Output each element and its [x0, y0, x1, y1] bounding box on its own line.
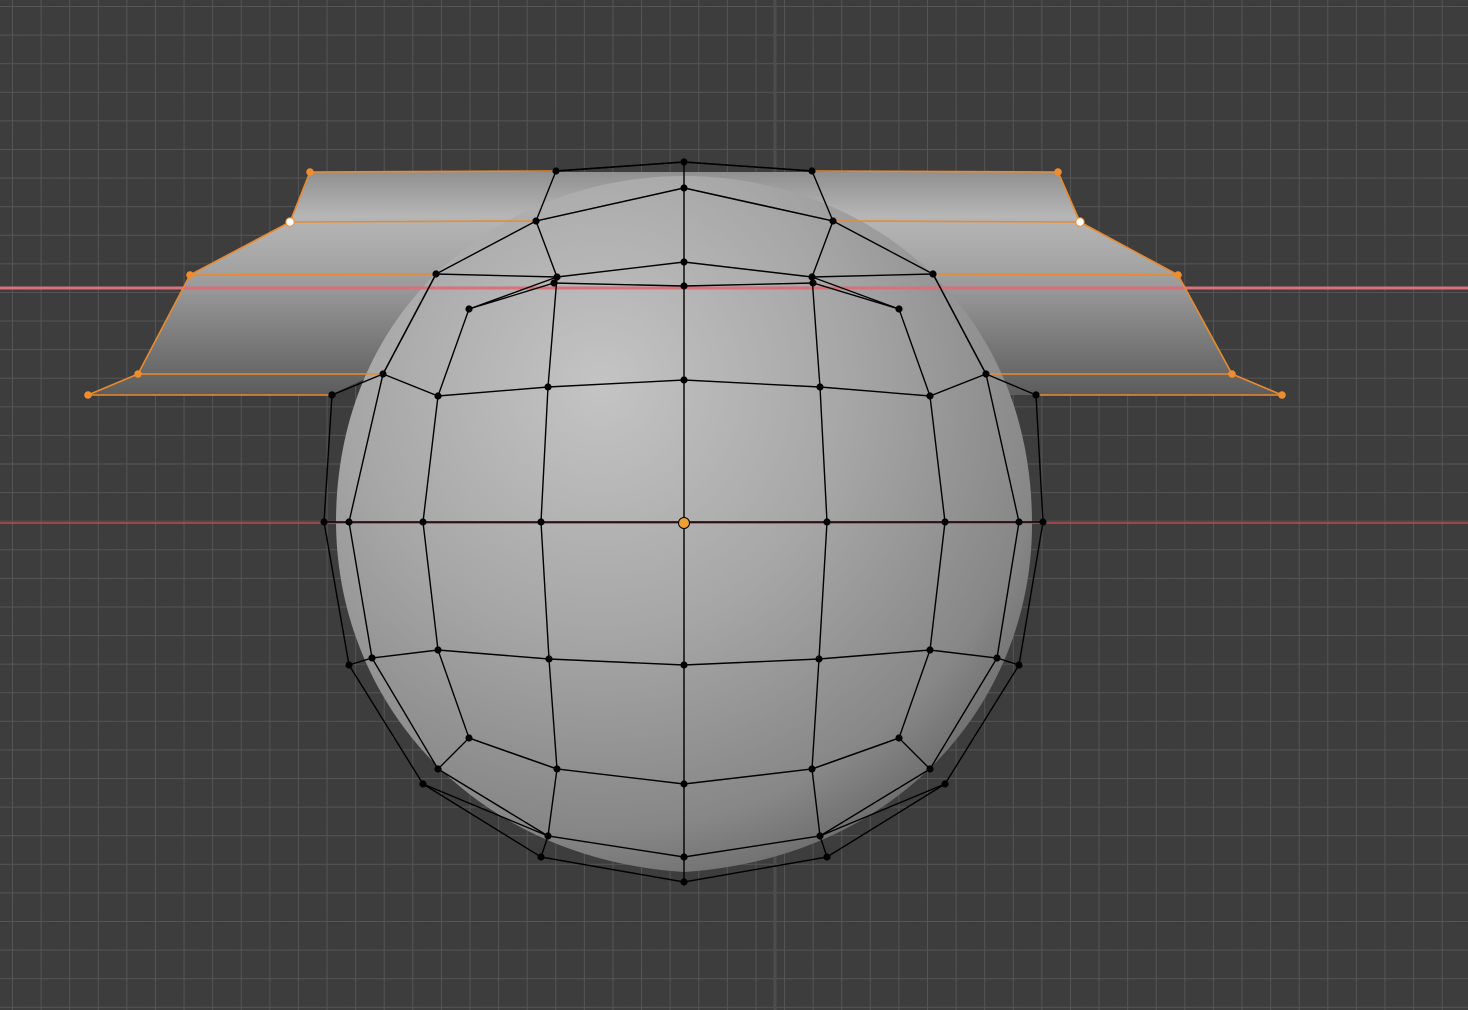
sphere-vertex[interactable] — [816, 383, 824, 391]
sphere-vertex[interactable] — [926, 765, 934, 773]
sphere-vertex[interactable] — [941, 518, 949, 526]
sphere-vertex[interactable] — [816, 832, 824, 840]
sphere-vertex[interactable] — [1032, 391, 1040, 399]
sphere-vertex[interactable] — [993, 654, 1001, 662]
sphere-vertex[interactable] — [552, 167, 560, 175]
sphere-vertex[interactable] — [895, 305, 903, 313]
sphere-vertex[interactable] — [808, 273, 816, 281]
sphere-vertex[interactable] — [823, 518, 831, 526]
sphere-vertex[interactable] — [434, 765, 442, 773]
strip-vertex[interactable] — [84, 391, 92, 399]
sphere-vertex[interactable] — [434, 646, 442, 654]
object-origin[interactable] — [678, 517, 690, 529]
strip-vertex[interactable] — [1278, 391, 1286, 399]
sphere-vertex[interactable] — [808, 167, 816, 175]
sphere-vertex[interactable] — [680, 661, 688, 669]
strip-edge-loop — [309, 170, 557, 173]
sphere-vertex[interactable] — [419, 780, 427, 788]
sphere-vertex[interactable] — [680, 258, 688, 266]
sphere-vertex[interactable] — [929, 270, 937, 278]
active-strip-vertex[interactable] — [1075, 217, 1085, 227]
sphere-vertex[interactable] — [434, 392, 442, 400]
sphere-vertex[interactable] — [328, 391, 336, 399]
sphere-vertex[interactable] — [680, 184, 688, 192]
sphere-vertex[interactable] — [379, 370, 387, 378]
strip-edge-loop — [289, 220, 537, 223]
strip-edge-loop — [811, 170, 1059, 173]
sphere-vertex[interactable] — [537, 853, 545, 861]
sphere-vertex[interactable] — [345, 518, 353, 526]
sphere-vertex[interactable] — [465, 305, 473, 313]
sphere-vertex[interactable] — [926, 392, 934, 400]
sphere-vertex[interactable] — [809, 279, 817, 287]
strip-edge-loop — [832, 220, 1081, 223]
strip-vertex[interactable] — [186, 271, 194, 279]
sphere-vertex[interactable] — [544, 832, 552, 840]
sphere-vertex[interactable] — [545, 655, 553, 663]
strip-edge-loop — [932, 273, 1179, 276]
sphere-vertex[interactable] — [808, 765, 816, 773]
sphere-vertex[interactable] — [680, 282, 688, 290]
sphere-vertex[interactable] — [345, 661, 353, 669]
sphere-vertex[interactable] — [368, 654, 376, 662]
sphere-vertex[interactable] — [532, 217, 540, 225]
sphere-vertex[interactable] — [680, 376, 688, 384]
sphere-vertex[interactable] — [680, 780, 688, 788]
sphere-vertex[interactable] — [537, 518, 545, 526]
sphere-vertex[interactable] — [320, 518, 328, 526]
strip-edge-loop — [189, 273, 437, 276]
strip-vertex[interactable] — [134, 370, 142, 378]
strip-vertex[interactable] — [1174, 271, 1182, 279]
sphere-vertex[interactable] — [823, 853, 831, 861]
sphere-vertex[interactable] — [680, 853, 688, 861]
sphere-vertex[interactable] — [544, 383, 552, 391]
viewport-scene[interactable] — [0, 0, 1468, 1010]
sphere-vertex[interactable] — [1039, 518, 1047, 526]
sphere-vertex[interactable] — [1015, 518, 1023, 526]
sphere-vertex[interactable] — [1015, 661, 1023, 669]
sphere-vertex[interactable] — [419, 518, 427, 526]
strip-vertex[interactable] — [1228, 370, 1236, 378]
sphere-vertex[interactable] — [926, 646, 934, 654]
sphere-vertex[interactable] — [941, 780, 949, 788]
active-strip-vertex[interactable] — [285, 217, 295, 227]
sphere-vertex[interactable] — [550, 279, 558, 287]
sphere-vertex[interactable] — [465, 734, 473, 742]
sphere-vertex[interactable] — [895, 734, 903, 742]
sphere-vertex[interactable] — [829, 217, 837, 225]
3d-viewport[interactable] — [0, 0, 1468, 1010]
sphere-vertex[interactable] — [680, 158, 688, 166]
strip-vertex[interactable] — [1054, 168, 1062, 176]
strip-vertex[interactable] — [306, 168, 314, 176]
sphere-vertex[interactable] — [680, 878, 688, 886]
sphere-vertex[interactable] — [982, 370, 990, 378]
sphere-vertex[interactable] — [553, 765, 561, 773]
sphere-vertex[interactable] — [432, 270, 440, 278]
sphere-vertex[interactable] — [815, 655, 823, 663]
